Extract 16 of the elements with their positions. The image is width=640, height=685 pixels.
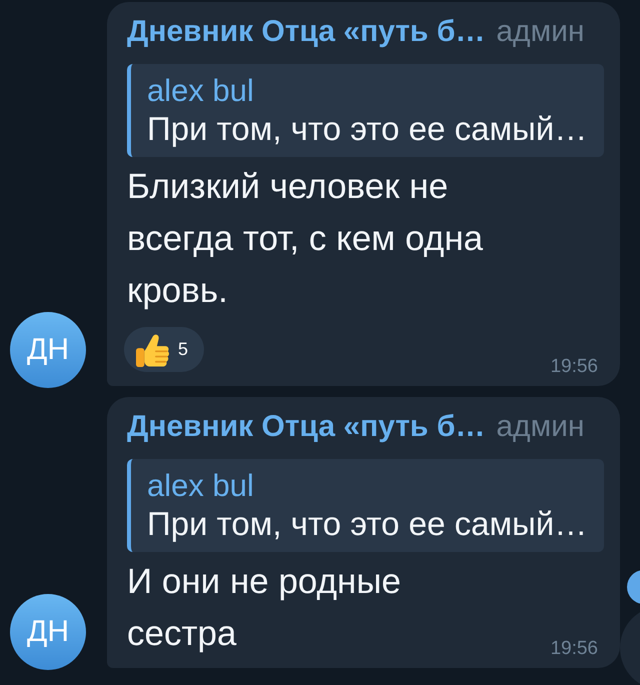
- thumbs-up-icon: [136, 332, 170, 366]
- admin-label: админ: [496, 14, 584, 50]
- reply-text: При том, что это ее самый…: [147, 109, 588, 148]
- message-time: 19:56: [550, 638, 598, 660]
- message-text: И они не родные сестра: [127, 561, 402, 655]
- reply-author: alex bul: [147, 468, 255, 504]
- sender-name[interactable]: Дневник Отца «путь б…: [127, 409, 486, 445]
- reply-author: alex bul: [147, 73, 255, 109]
- admin-label: админ: [496, 409, 584, 445]
- sender-name[interactable]: Дневник Отца «путь б…: [127, 14, 486, 50]
- reaction-button[interactable]: 5: [124, 327, 204, 372]
- message-text: Близкий человек не всегда тот, с кем одна кровь.: [127, 166, 484, 312]
- reply-text: При том, что это ее самый…: [147, 504, 588, 543]
- message-time: 19:56: [550, 356, 598, 378]
- reply-quote[interactable]: alex bul При том, что это ее самый…: [127, 459, 604, 552]
- reply-quote[interactable]: alex bul При том, что это ее самый…: [127, 64, 604, 157]
